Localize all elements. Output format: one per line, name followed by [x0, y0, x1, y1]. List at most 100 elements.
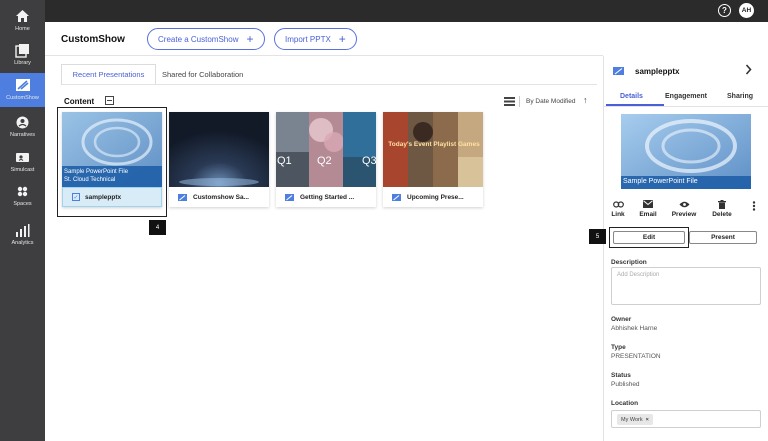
- sidebar-item-customshow[interactable]: CustomShow: [0, 73, 45, 107]
- sidebar-item-label: Spaces: [13, 201, 32, 207]
- sort-arrow-icon[interactable]: ↑: [583, 95, 588, 105]
- preview-caption: Sample PowerPoint File: [623, 178, 698, 185]
- presentation-card-upcoming[interactable]: Today's Event Playlist Games Upcoming Pr…: [383, 112, 483, 207]
- tab-shared-for-collaboration[interactable]: Shared for Collaboration: [162, 64, 243, 84]
- preview-action[interactable]: Preview: [669, 199, 699, 218]
- step-badge: 5: [589, 229, 606, 244]
- spaces-icon: [15, 183, 31, 199]
- avatar[interactable]: AH: [739, 3, 754, 18]
- step-badge: 4: [149, 220, 166, 235]
- sidebar: Home Library CustomShow Narratives Simul…: [0, 0, 45, 441]
- sidebar-item-label: Simulcast: [10, 167, 35, 173]
- plus-icon: +: [246, 32, 254, 46]
- page-title: CustomShow: [61, 34, 125, 45]
- card-thumbnail: Today's Event Playlist Games: [383, 112, 483, 187]
- type-value: PRESENTATION: [611, 353, 661, 360]
- status-label: Status: [611, 372, 631, 379]
- sidebar-item-simulcast[interactable]: Simulcast: [0, 145, 45, 179]
- eye-icon: [678, 199, 690, 209]
- card-thumb-text: Q1: [277, 155, 292, 167]
- sidebar-item-label: Analytics: [11, 240, 34, 246]
- content-label: Content: [64, 97, 95, 106]
- help-icon[interactable]: ?: [718, 4, 731, 17]
- location-label: Location: [611, 400, 639, 407]
- presentation-preview: Sample PowerPoint File: [621, 114, 751, 189]
- sidebar-item-library[interactable]: Library: [0, 38, 45, 72]
- analytics-icon: [15, 222, 31, 238]
- presentation-card-getting-started[interactable]: Q1 Q2 Q3 Getting Started ...: [276, 112, 376, 207]
- card-thumbnail: [169, 112, 269, 187]
- sort-label[interactable]: By Date Modified: [526, 98, 576, 105]
- chevron-right-icon[interactable]: [745, 64, 752, 78]
- preview-label: Preview: [671, 211, 697, 218]
- create-customshow-label: Create a CustomShow: [158, 34, 239, 44]
- owner-value: Abhishek Harne: [611, 325, 658, 332]
- email-icon: [642, 199, 654, 209]
- card-thumb-text: Q2: [317, 155, 332, 167]
- import-pptx-button[interactable]: Import PPTX +: [274, 28, 357, 50]
- card-caption: Upcoming Prese...: [383, 187, 483, 207]
- top-bar: [45, 0, 768, 22]
- location-chip-label: My Work: [621, 416, 643, 423]
- narratives-icon: [15, 114, 31, 130]
- card-thumb-text: Q3: [362, 155, 376, 167]
- card-title: Customshow Sa...: [193, 193, 249, 201]
- sidebar-item-label: CustomShow: [6, 95, 39, 101]
- create-customshow-button[interactable]: Create a CustomShow +: [147, 28, 265, 50]
- sort-divider: [519, 96, 520, 107]
- tab-recent-presentations[interactable]: Recent Presentations: [61, 64, 156, 84]
- details-panel: samplepptx Details Engagement Sharing Sa…: [603, 56, 768, 441]
- delete-action[interactable]: Delete: [707, 199, 737, 218]
- presentation-icon: [392, 193, 401, 201]
- list-view-icon[interactable]: [504, 97, 515, 106]
- email-label: Email: [639, 211, 657, 218]
- description-input[interactable]: Add Description: [611, 267, 761, 305]
- simulcast-icon: [15, 149, 31, 165]
- delete-label: Delete: [712, 211, 732, 218]
- tab-divider: [604, 106, 768, 107]
- presentation-card-customshow-sample[interactable]: Customshow Sa...: [169, 112, 269, 207]
- card-thumbnail: Q1 Q2 Q3: [276, 112, 376, 187]
- location-chip: My Work ×: [617, 414, 653, 425]
- card-caption: Getting Started ...: [276, 187, 376, 207]
- type-label: Type: [611, 344, 626, 351]
- tab-sharing[interactable]: Sharing: [727, 93, 753, 100]
- card-title: Upcoming Prese...: [407, 193, 464, 201]
- import-pptx-label: Import PPTX: [285, 34, 331, 44]
- status-value: Published: [611, 381, 640, 388]
- present-button[interactable]: Present: [689, 231, 757, 244]
- link-icon: [612, 199, 624, 209]
- panel-title: samplepptx: [635, 67, 680, 76]
- trash-icon: [716, 199, 728, 209]
- card-caption: Customshow Sa...: [169, 187, 269, 207]
- library-icon: [15, 42, 31, 58]
- collapse-icon[interactable]: [105, 96, 114, 105]
- sidebar-item-analytics[interactable]: Analytics: [0, 218, 45, 252]
- sidebar-item-label: Home: [15, 26, 30, 32]
- card-thumb-text: Today's Event Playlist Games: [388, 141, 480, 148]
- customshow-icon: [15, 77, 31, 93]
- email-action[interactable]: Email: [633, 199, 663, 218]
- presentation-icon: [285, 193, 294, 201]
- more-vertical-icon[interactable]: [752, 201, 756, 211]
- presentation-icon: [613, 67, 624, 75]
- sidebar-item-narratives[interactable]: Narratives: [0, 110, 45, 144]
- close-icon[interactable]: ×: [646, 417, 649, 423]
- link-action[interactable]: Link: [603, 199, 633, 218]
- location-input[interactable]: My Work ×: [611, 410, 761, 428]
- page-header: CustomShow Create a CustomShow + Import …: [45, 22, 603, 56]
- tab-details[interactable]: Details: [620, 93, 643, 100]
- sidebar-item-spaces[interactable]: Spaces: [0, 179, 45, 213]
- sidebar-item-label: Narratives: [9, 132, 36, 138]
- tab-engagement[interactable]: Engagement: [665, 93, 707, 100]
- description-label: Description: [611, 259, 647, 266]
- sidebar-item-label: Library: [14, 60, 31, 66]
- home-icon: [15, 8, 31, 24]
- tab-divider: [61, 84, 597, 85]
- sidebar-item-home[interactable]: Home: [0, 4, 45, 38]
- owner-label: Owner: [611, 316, 632, 323]
- plus-icon: +: [338, 32, 346, 46]
- card-title: Getting Started ...: [300, 193, 355, 201]
- edit-highlight-frame: [609, 227, 689, 248]
- selection-highlight-frame: [57, 107, 167, 217]
